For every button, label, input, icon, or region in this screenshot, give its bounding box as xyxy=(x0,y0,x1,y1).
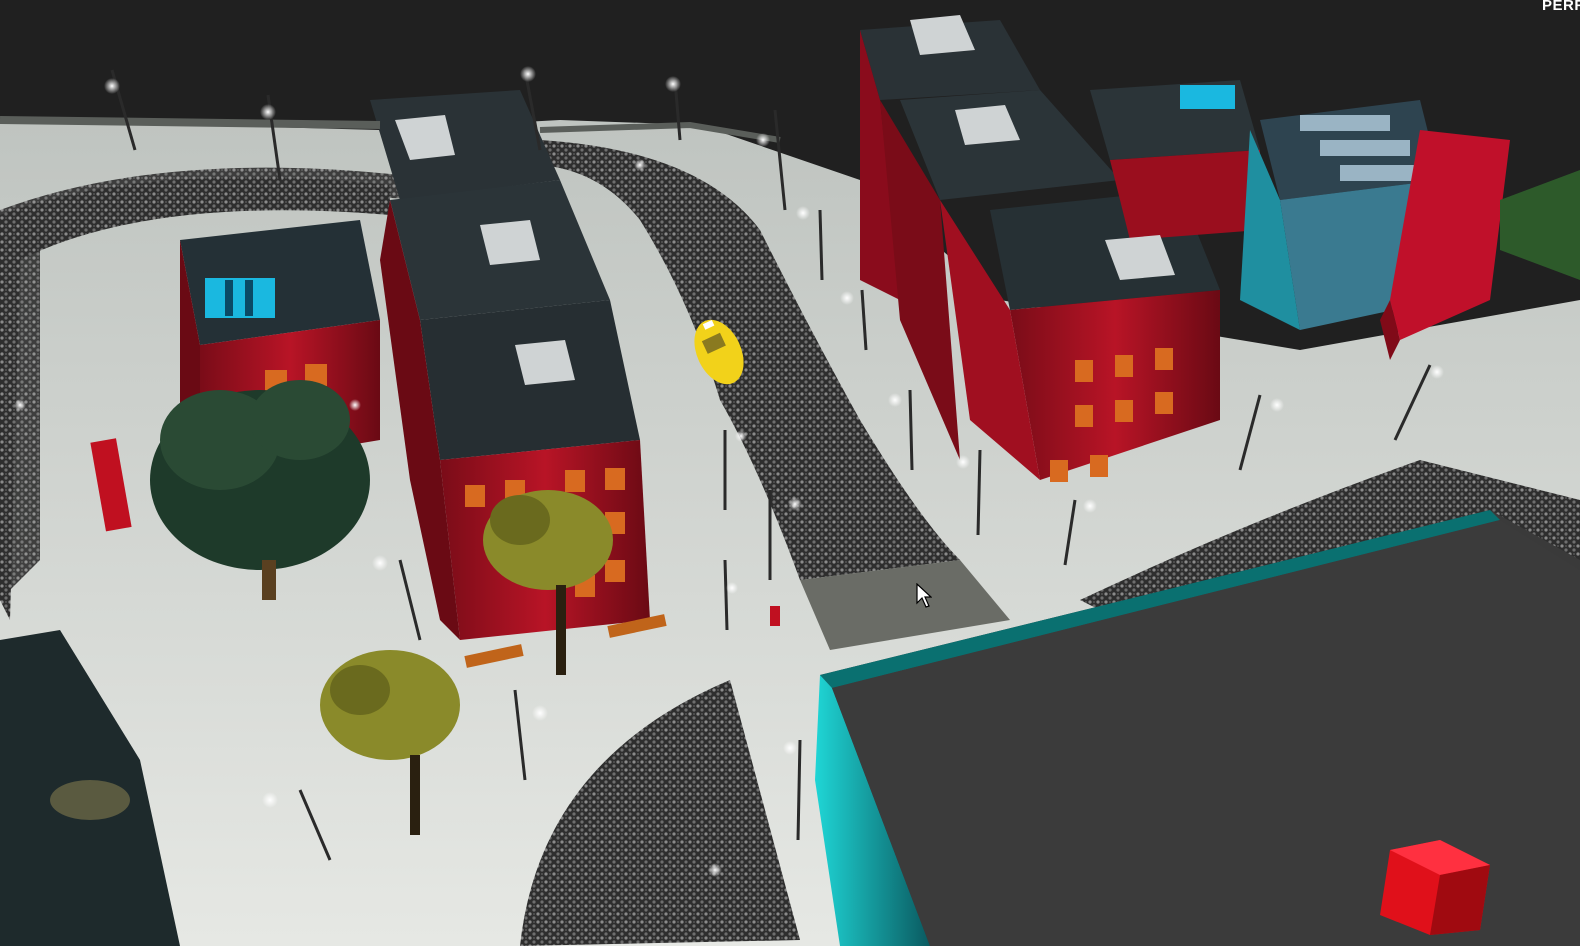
game-viewport[interactable]: PERF xyxy=(0,0,1580,946)
fire-hydrant xyxy=(770,606,780,626)
fence-back xyxy=(0,116,381,129)
city-scene[interactable] xyxy=(0,0,1580,946)
arrow-cursor-icon xyxy=(916,583,932,608)
perf-label: PERF xyxy=(1542,0,1580,14)
